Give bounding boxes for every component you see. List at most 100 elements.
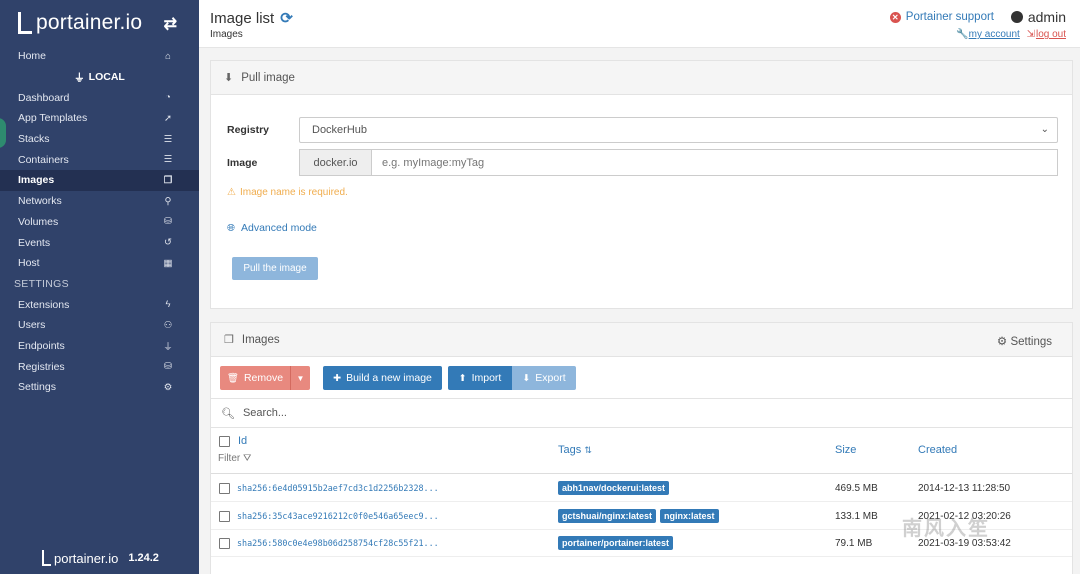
sign-out-icon: ⇲ [1026,29,1035,40]
sidebar-item-label: Settings [18,381,56,394]
image-name-input[interactable] [371,149,1058,176]
my-account-link[interactable]: my account [969,29,1020,40]
advanced-mode-link[interactable]: 🌐︎ Advanced mode [227,222,317,234]
registry-row: Registry DockerHub ⌄ [227,117,1058,143]
image-size: 133.1 MB [835,510,878,522]
sidebar-item-containers[interactable]: Containers ☰ [0,149,199,170]
header: Image list ⟳ Images ✕ Portainer support ad… [199,0,1080,48]
volumes-icon: ⛁ [164,216,172,228]
sidebar-item-label: App Templates [18,112,88,125]
networks-icon: ⚲ [164,195,172,207]
home-icon: ⌂ [165,50,171,62]
table-header: Id Filter ⛛ Tags ⇅ Size Created [211,429,1072,474]
image-tags: abh1nav/dockerui:latest [558,481,673,495]
image-tag-badge: abh1nav/dockerui:latest [558,481,670,495]
users-icon: ⚇ [163,319,173,331]
row-checkbox[interactable] [219,538,230,549]
cogs-icon: ⚙ [163,381,173,393]
brand[interactable]: portainer.io ⇄ [0,0,199,46]
refresh-icon[interactable]: ⟳ [280,10,293,27]
row-checkbox[interactable] [219,510,230,522]
import-button[interactable]: ⬆ Import [448,366,512,390]
floating-tab[interactable] [0,118,6,148]
support-link[interactable]: ✕ Portainer support [889,11,994,23]
settings-heading: SETTINGS [14,277,69,290]
portainer-logo-icon [42,550,51,566]
sidebar-item-users[interactable]: Users ⚇ [0,315,199,336]
sidebar-item-host[interactable]: Host ▦ [0,253,199,274]
plug-icon: ⏚ [163,341,173,353]
containers-icon: ☰ [163,154,173,166]
sidebar-item-settings[interactable]: Settings ⚙ [0,377,199,398]
download-icon: ⬇ [522,372,531,384]
portainer-logo-icon [18,12,32,34]
images-title: Images [241,333,280,346]
user-icon [1010,11,1023,23]
sidebar-item-volumes[interactable]: Volumes ⛁ [0,212,199,233]
sidebar-item-extensions[interactable]: Extensions ϟ [0,294,199,315]
sidebar-item-app-templates[interactable]: App Templates ➚ [0,108,199,129]
sidebar-item-label: Dashboard [18,91,70,104]
image-created: 2014-12-13 11:28:50 [918,483,1011,494]
sidebar-item-label: Images [18,174,55,187]
table-settings-button[interactable]: ⚙ Settings [997,334,1052,348]
build-image-button[interactable]: ✚ Build a new image [323,366,442,390]
image-id-link[interactable]: sha256:580c0e4e98b06d258754cf28c55f21... [237,538,439,548]
sidebar-item-label: Events [18,236,51,249]
sidebar-item-dashboard[interactable]: Dashboard ◔ [0,87,199,108]
sidebar-item-endpoints[interactable]: Endpoints ⏚ [0,336,199,357]
support-icon: ✕ [889,11,901,23]
image-input-group: docker.io [299,149,1058,176]
search-bar[interactable]: 🔍︎ Search... [211,398,1072,428]
swap-endpoint-icon[interactable]: ⇄ [164,14,177,34]
sidebar-item-registries[interactable]: Registries ⛁ [0,356,199,377]
sidebar-item-events[interactable]: Events ↺ [0,232,199,253]
registry-select[interactable]: DockerHub ⌄ [299,117,1058,143]
image-tags: gctshuai/nginx:latest nginx:latest [558,508,723,523]
sidebar-item-images[interactable]: Images ❐ [0,170,199,191]
warning-icon: ⚠ [227,187,236,198]
id-column-header[interactable]: Id [238,435,247,447]
sidebar-item-label: Containers [18,153,69,166]
sidebar-item-stacks[interactable]: Stacks ☰ [0,129,199,150]
pull-image-panel: ⬇ Pull image Registry DockerHub ⌄ Image … [210,60,1073,309]
image-id-link[interactable]: sha256:6e4d05915b2aef7cd3c1d2256b2328... [237,483,439,493]
breadcrumb: Images [210,29,243,40]
log-out-link[interactable]: log out [1036,29,1066,40]
gear-icon: ⚙ [996,336,1008,348]
created-column-header[interactable]: Created [918,444,957,456]
pull-image-title: Pull image [241,71,295,84]
search-input[interactable]: Search... [243,407,287,419]
sidebar-item-label: Extensions [18,298,70,311]
image-label: Image [227,156,258,169]
tags-column-header[interactable]: Tags ⇅ [558,444,592,456]
image-id-link[interactable]: sha256:35c43ace9216212c0f0e546a65eec9... [237,511,439,521]
sidebar-item-networks[interactable]: Networks ⚲ [0,191,199,212]
sidebar-item-label: Home [18,50,47,63]
history-icon: ↺ [164,237,172,249]
globe-icon: 🌐︎ [227,222,235,234]
filter-toggle[interactable]: Filter ⛛ [218,453,251,464]
image-row: Image docker.io [227,149,1058,176]
row-checkbox[interactable] [219,483,230,494]
registry-prefix: docker.io [299,149,371,176]
remove-dropdown-toggle[interactable]: ▼ [290,366,310,390]
sidebar-item-label: Host [18,257,40,270]
image-tags: portainer/portainer:latest [558,536,677,550]
sort-icon: ⇅ [584,445,592,455]
database-icon: ⛁ [164,361,172,373]
export-button[interactable]: ⬇ Export [512,366,576,390]
select-all-checkbox[interactable] [219,436,230,447]
pull-image-button[interactable]: Pull the image [232,257,318,280]
plug-icon: ⏚ [74,71,85,84]
sidebar-item-label: Stacks [18,133,50,146]
sidebar-item-home[interactable]: Home ⌂ [0,46,199,67]
user-menu: admin [1010,9,1066,25]
footer-brand: portainer.io [54,550,119,566]
sidebar-item-label: Networks [18,195,62,208]
size-column-header[interactable]: Size [835,444,856,456]
remove-button[interactable]: 🗑︎ Remove [220,366,290,390]
watermark: 南风入笙 [902,518,990,540]
validation-warning: ⚠ Image name is required. [227,187,348,198]
image-tag-badge: portainer/portainer:latest [558,536,674,550]
